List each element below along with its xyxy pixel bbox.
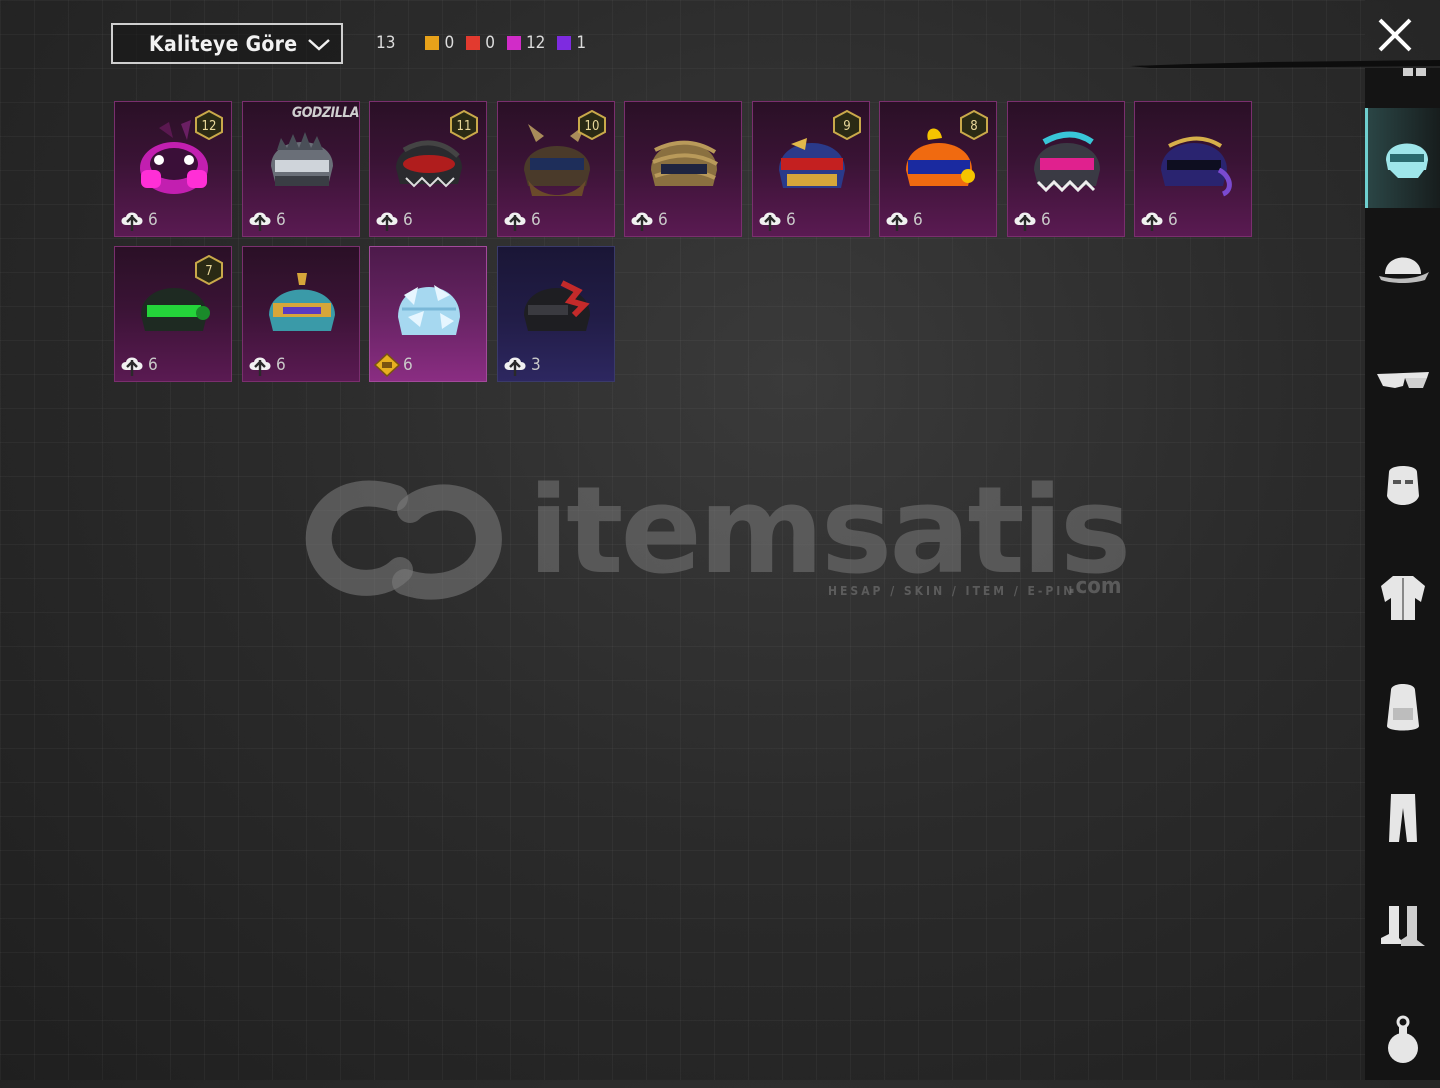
level-badge: 12: [195, 110, 223, 140]
svg-text:9: 9: [843, 119, 850, 134]
watermark-subtitle: HESAP / SKIN / ITEM / E-PIN: [828, 584, 1076, 598]
tab-cap[interactable]: [1365, 218, 1440, 318]
upgrade-icon: [886, 212, 908, 231]
diamond-icon: [373, 352, 401, 378]
helmet-image: [524, 280, 590, 331]
brand-tag: GODZILLA: [291, 105, 359, 121]
helmet-image: [651, 140, 718, 186]
upgrade-icon: [249, 212, 271, 231]
orange-swatch-icon: [425, 36, 440, 50]
helmet-image: [269, 273, 335, 331]
watermark-logo-icon: [305, 480, 502, 600]
scroll-indicator: [1403, 68, 1427, 78]
helmet-image: [398, 285, 460, 335]
item-card[interactable]: 6: [369, 246, 487, 382]
item-count: 6: [658, 210, 668, 230]
item-card[interactable]: 9 6: [752, 101, 870, 237]
item-count: 6: [276, 210, 286, 230]
item-count: 6: [913, 210, 923, 230]
svg-text:12: 12: [202, 119, 217, 134]
tier-count-red: 0: [466, 33, 495, 53]
watermark: itemsatis HESAP / SKIN / ITEM / E-PIN .c…: [300, 462, 1150, 610]
item-card[interactable]: 8 6: [879, 101, 997, 237]
upgrade-icon: [504, 357, 526, 376]
level-badge: 11: [450, 110, 478, 140]
item-card[interactable]: 11 6: [369, 101, 487, 237]
item-count: 6: [276, 355, 286, 375]
tab-jacket[interactable]: [1365, 548, 1440, 648]
level-badge: 7: [195, 255, 223, 285]
upgrade-icon: [759, 212, 781, 231]
item-count: 6: [531, 210, 541, 230]
tab-grenade[interactable]: [1365, 988, 1440, 1088]
level-badge: 10: [578, 110, 606, 140]
boots-icon: [1381, 906, 1425, 946]
item-count: 6: [403, 355, 413, 375]
tier-count-pink: 12: [506, 33, 545, 53]
item-count: 6: [148, 355, 158, 375]
item-card[interactable]: 3: [497, 246, 615, 382]
chevron-down-icon: [308, 39, 330, 51]
item-card[interactable]: 7 6: [114, 246, 232, 382]
level-badge: 9: [833, 110, 861, 140]
helmet-image: [1161, 136, 1232, 197]
close-icon[interactable]: [1374, 14, 1416, 56]
sort-label: Kaliteye Göre: [149, 31, 298, 56]
glasses-icon: [1377, 372, 1429, 388]
item-card[interactable]: 6: [1007, 101, 1125, 237]
upgrade-icon: [121, 357, 143, 376]
cap-icon: [1379, 257, 1429, 283]
purple-swatch-icon: [557, 36, 572, 50]
grenade-icon: [1388, 1015, 1418, 1063]
jacket-icon: [1381, 576, 1425, 620]
tab-boots[interactable]: [1365, 878, 1440, 978]
upgrade-icon: [249, 357, 271, 376]
item-count: 6: [1041, 210, 1051, 230]
tab-glasses[interactable]: [1365, 328, 1440, 428]
item-count: 6: [403, 210, 413, 230]
upgrade-icon: [1014, 212, 1036, 231]
watermark-domain: .com: [1068, 574, 1122, 599]
pink-swatch-icon: [506, 36, 521, 50]
helmet-image: [1034, 131, 1100, 193]
category-sidebar: [1365, 68, 1440, 1080]
total-count: 13: [376, 33, 396, 53]
pants-icon: [1389, 794, 1417, 842]
item-count: 6: [1168, 210, 1178, 230]
tier-count-purple: 1: [557, 33, 586, 53]
item-card[interactable]: 6: [1134, 101, 1252, 237]
svg-text:11: 11: [457, 119, 472, 134]
item-card[interactable]: 6: [624, 101, 742, 237]
tab-mask[interactable]: [1365, 438, 1440, 538]
upgrade-icon: [376, 212, 398, 231]
upgrade-icon: [1141, 212, 1163, 231]
mask-icon: [1387, 466, 1419, 505]
item-card[interactable]: 12 6: [114, 101, 232, 237]
svg-text:10: 10: [585, 119, 600, 134]
svg-text:7: 7: [205, 264, 212, 279]
item-count: 3: [531, 355, 541, 375]
item-card[interactable]: 10 6: [497, 101, 615, 237]
sort-dropdown[interactable]: Kaliteye Göre: [111, 23, 343, 64]
helmet-icon: [1386, 143, 1428, 178]
tab-helmet[interactable]: [1365, 108, 1440, 208]
item-card[interactable]: 6: [242, 246, 360, 382]
svg-text:8: 8: [970, 119, 977, 134]
tab-backpack[interactable]: [1365, 658, 1440, 758]
watermark-text: itemsatis: [528, 462, 1131, 601]
backpack-icon: [1387, 684, 1419, 731]
tier-count-orange: 0: [425, 33, 454, 53]
item-card[interactable]: GODZILLA 6: [242, 101, 360, 237]
rarity-counts: 13 0 0 12 1: [376, 31, 598, 55]
item-count: 6: [148, 210, 158, 230]
helmet-image: [271, 132, 333, 186]
level-badge: 8: [960, 110, 988, 140]
tab-pants[interactable]: [1365, 768, 1440, 868]
red-swatch-icon: [466, 36, 481, 50]
upgrade-icon: [631, 212, 653, 231]
item-count: 6: [786, 210, 796, 230]
upgrade-icon: [504, 212, 526, 231]
upgrade-icon: [121, 212, 143, 231]
